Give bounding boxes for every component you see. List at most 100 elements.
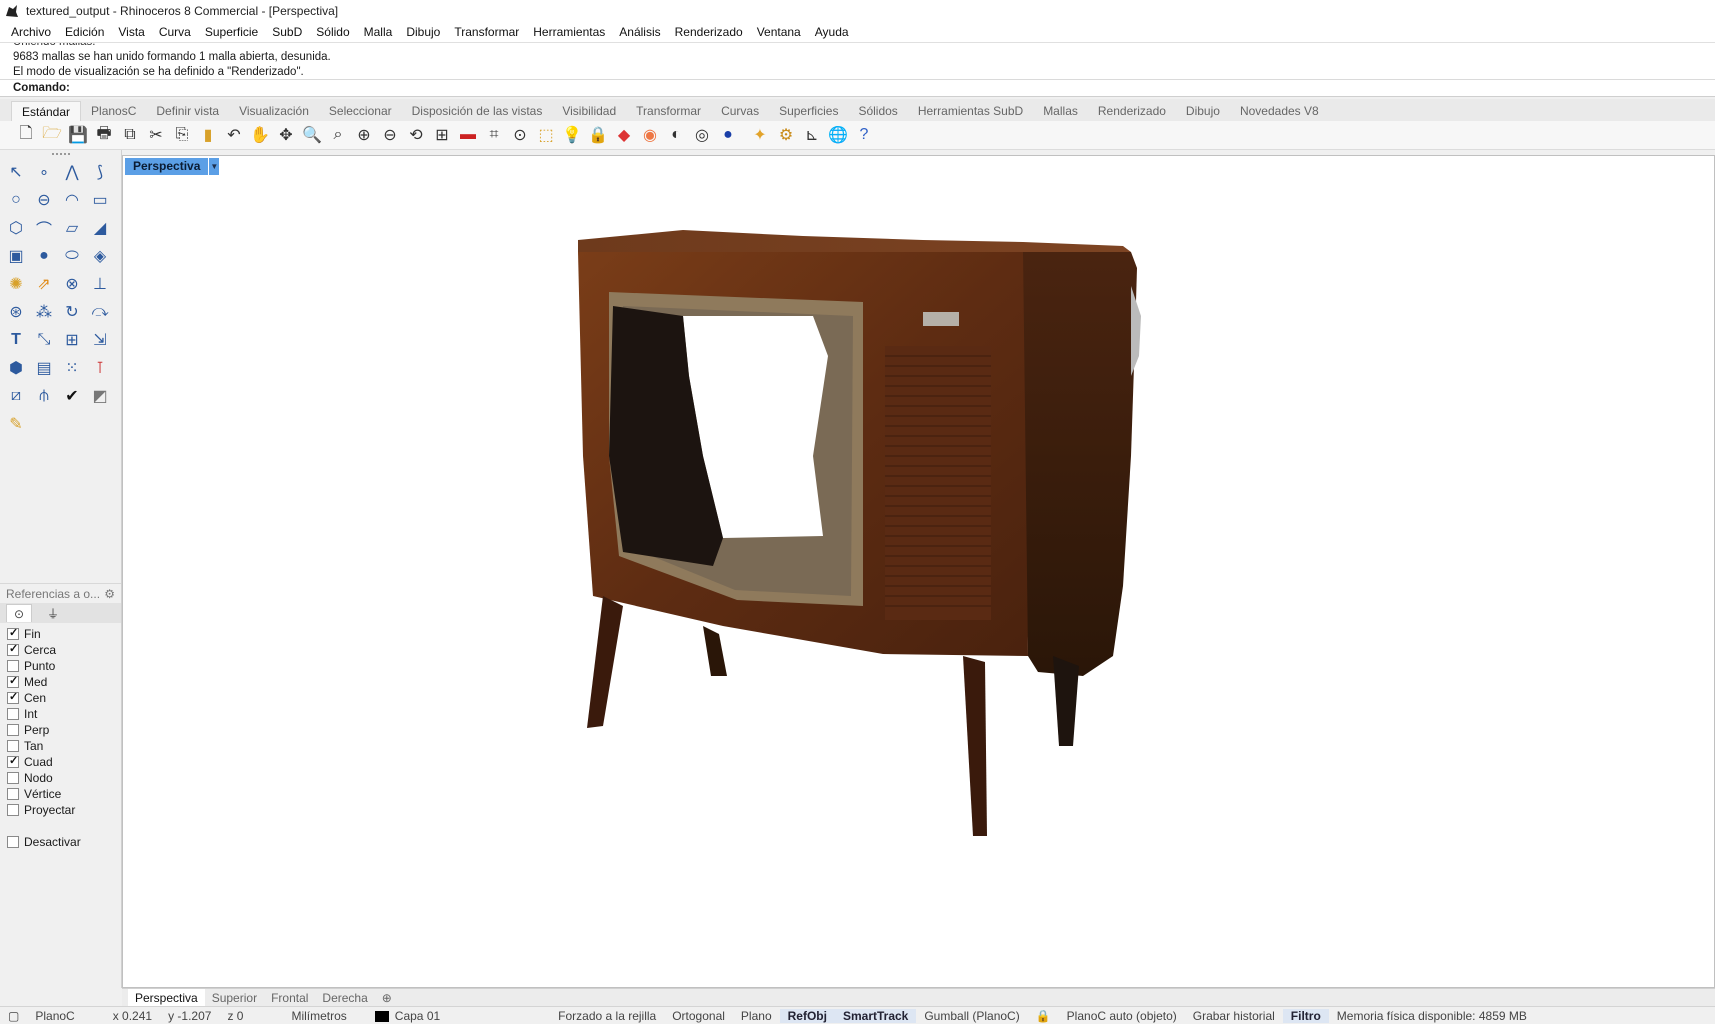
menu-edicion[interactable]: Edición bbox=[58, 25, 111, 39]
tab-dibujo[interactable]: Dibujo bbox=[1176, 101, 1230, 121]
osnap-target-tab-icon[interactable]: ⊙ bbox=[6, 604, 32, 622]
mirror-icon[interactable]: ⤼ bbox=[86, 298, 114, 326]
menu-superficie[interactable]: Superficie bbox=[198, 25, 265, 39]
lock-icon[interactable]: 🔒 bbox=[1028, 1009, 1059, 1023]
grid-points-icon[interactable]: ⁙ bbox=[58, 354, 86, 382]
status-cplane[interactable]: PlanoC bbox=[27, 1009, 104, 1023]
panel-grip[interactable] bbox=[0, 150, 121, 158]
gear-icon[interactable]: ⚙ bbox=[773, 123, 799, 147]
checkbox[interactable] bbox=[7, 690, 19, 704]
light-icon[interactable]: 💡 bbox=[559, 123, 585, 147]
ellipse-icon[interactable]: ⊖ bbox=[30, 186, 58, 214]
fillet-icon[interactable]: ⌒ bbox=[30, 214, 58, 242]
tab-disposicion-vistas[interactable]: Disposición de las vistas bbox=[402, 101, 553, 121]
zoom-selected-icon[interactable]: ⊖ bbox=[377, 123, 403, 147]
osnap-cen[interactable]: Cen bbox=[0, 690, 121, 706]
menu-solido[interactable]: Sólido bbox=[309, 25, 356, 39]
arc-icon[interactable]: ◠ bbox=[58, 186, 86, 214]
osnap-fin[interactable]: Fin bbox=[0, 626, 121, 642]
dimension-icon[interactable]: ⊾ bbox=[799, 123, 825, 147]
explode-icon[interactable]: ⁂ bbox=[30, 298, 58, 326]
point-icon[interactable]: ∘ bbox=[30, 158, 58, 186]
render-sphere-icon[interactable]: ● bbox=[715, 123, 741, 147]
view-tab-frontal[interactable]: Frontal bbox=[264, 989, 315, 1007]
menu-vista[interactable]: Vista bbox=[111, 25, 151, 39]
menu-ventana[interactable]: Ventana bbox=[750, 25, 808, 39]
checkbox[interactable] bbox=[7, 788, 19, 800]
osnap-vertice[interactable]: Vértice bbox=[0, 786, 121, 802]
tv-cabinet-model[interactable] bbox=[123, 156, 1714, 987]
four-viewports-icon[interactable]: ⊞ bbox=[429, 123, 455, 147]
new-file-icon[interactable]: 🗋 bbox=[13, 123, 39, 147]
block-icon[interactable]: ⬢ bbox=[2, 354, 30, 382]
sphere-icon[interactable]: ● bbox=[30, 242, 58, 270]
checkbox[interactable] bbox=[7, 804, 19, 816]
checkbox[interactable] bbox=[7, 674, 19, 688]
rotate-view-icon[interactable]: ✥ bbox=[273, 123, 299, 147]
checkbox[interactable] bbox=[7, 708, 19, 720]
menu-ayuda[interactable]: Ayuda bbox=[808, 25, 856, 39]
box-icon[interactable]: ▣ bbox=[2, 242, 30, 270]
analyze-icon[interactable]: ⊺ bbox=[86, 354, 114, 382]
menu-malla[interactable]: Malla bbox=[357, 25, 400, 39]
osnap-med[interactable]: Med bbox=[0, 674, 121, 690]
add-view-icon[interactable]: ⊕ bbox=[375, 989, 399, 1007]
circle-icon[interactable]: ○ bbox=[2, 186, 30, 214]
lock-icon[interactable]: 🔒 bbox=[585, 123, 611, 147]
tab-curvas[interactable]: Curvas bbox=[711, 101, 769, 121]
menu-herramientas[interactable]: Herramientas bbox=[526, 25, 612, 39]
save-icon[interactable]: 💾 bbox=[65, 123, 91, 147]
cut-icon[interactable]: ✂ bbox=[143, 123, 169, 147]
paste-icon[interactable]: ▮ bbox=[195, 123, 221, 147]
render-tool-icon[interactable]: ◩ bbox=[86, 382, 114, 410]
osnap-desactivar[interactable]: Desactivar bbox=[0, 834, 121, 850]
solid-tools-icon[interactable]: ✺ bbox=[2, 270, 30, 298]
checkbox[interactable] bbox=[7, 724, 19, 736]
undo-view-icon[interactable]: ⟲ bbox=[403, 123, 429, 147]
tab-seleccionar[interactable]: Seleccionar bbox=[319, 101, 402, 121]
checkbox[interactable] bbox=[7, 642, 19, 656]
tab-mallas[interactable]: Mallas bbox=[1033, 101, 1088, 121]
tab-visibilidad[interactable]: Visibilidad bbox=[552, 101, 626, 121]
checkbox[interactable] bbox=[7, 626, 19, 640]
status-units[interactable]: Milímetros bbox=[283, 1009, 366, 1023]
tab-planosc[interactable]: PlanosC bbox=[81, 101, 146, 121]
tab-transformar[interactable]: Transformar bbox=[626, 101, 711, 121]
menu-transformar[interactable]: Transformar bbox=[447, 25, 526, 39]
join-icon[interactable]: ⊛ bbox=[2, 298, 30, 326]
menu-archivo[interactable]: Archivo bbox=[4, 25, 58, 39]
tab-estandar[interactable]: Estándar bbox=[11, 101, 82, 121]
rotate-icon[interactable]: ↻ bbox=[58, 298, 86, 326]
shaded-sphere-icon[interactable]: ◐ bbox=[663, 123, 689, 147]
status-layer[interactable]: Capa 01 bbox=[367, 1009, 550, 1023]
tab-solidos[interactable]: Sólidos bbox=[848, 101, 907, 121]
polyline-icon[interactable]: ⋀ bbox=[58, 158, 86, 186]
tab-definir-vista[interactable]: Definir vista bbox=[146, 101, 229, 121]
checkbox[interactable] bbox=[7, 754, 19, 768]
checkbox[interactable] bbox=[7, 836, 19, 848]
sun-icon[interactable]: ✦ bbox=[747, 123, 773, 147]
zoom-icon[interactable]: 🔍 bbox=[299, 123, 325, 147]
menu-curva[interactable]: Curva bbox=[152, 25, 198, 39]
settings-gear-icon[interactable]: ⚙ bbox=[104, 587, 115, 601]
open-icon[interactable]: 🗁 bbox=[39, 123, 65, 147]
boolean-icon[interactable]: ⊗ bbox=[58, 270, 86, 298]
view-tab-derecha[interactable]: Derecha bbox=[315, 989, 374, 1007]
zoom-extents-icon[interactable]: ⊕ bbox=[351, 123, 377, 147]
sweep-icon[interactable]: ◢ bbox=[86, 214, 114, 242]
polygon-icon[interactable]: ⬡ bbox=[2, 214, 30, 242]
extrude-icon[interactable]: ⇗ bbox=[30, 270, 58, 298]
tab-herramientas-subd[interactable]: Herramientas SubD bbox=[908, 101, 1033, 121]
select-arrow-icon[interactable]: ↖ bbox=[2, 158, 30, 186]
import-icon[interactable]: ⧉ bbox=[117, 123, 143, 147]
status-gumball[interactable]: Gumball (PlanoC) bbox=[916, 1009, 1027, 1023]
select-icon[interactable]: ⬚ bbox=[533, 123, 559, 147]
menu-renderizado[interactable]: Renderizado bbox=[668, 25, 750, 39]
tab-novedades-v8[interactable]: Novedades V8 bbox=[1230, 101, 1329, 121]
array-icon[interactable]: ⊞ bbox=[58, 326, 86, 354]
checkbox[interactable] bbox=[7, 660, 19, 672]
status-ortho[interactable]: Ortogonal bbox=[664, 1009, 733, 1023]
view-tab-perspectiva[interactable]: Perspectiva bbox=[128, 988, 205, 1007]
mesh-tools-icon[interactable]: ⫛ bbox=[30, 382, 58, 410]
perspective-viewport[interactable]: Perspectiva ▼ bbox=[122, 155, 1715, 988]
